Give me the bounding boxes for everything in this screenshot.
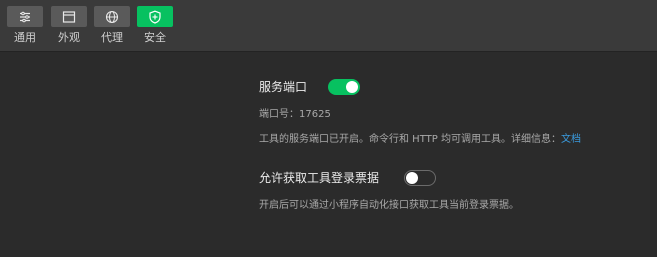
tab-general-label: 通用 xyxy=(14,31,36,44)
tab-proxy-label: 代理 xyxy=(101,31,123,44)
tab-proxy-button[interactable] xyxy=(94,6,130,27)
settings-toolbar: 通用 外观 代理 安全 xyxy=(0,0,657,52)
login-ticket-toggle[interactable] xyxy=(404,170,436,186)
window-icon xyxy=(62,10,76,23)
service-port-title: 服务端口 xyxy=(259,80,308,94)
docs-link[interactable]: 文档 xyxy=(561,134,581,145)
tab-security-button[interactable] xyxy=(137,6,173,27)
login-ticket-title: 允许获取工具登录票据 xyxy=(259,171,380,185)
service-port-description-text: 工具的服务端口已开启。命令行和 HTTP 均可调用工具。详细信息： xyxy=(259,134,561,145)
toggle-knob xyxy=(346,81,358,93)
globe-icon xyxy=(105,10,119,24)
tab-appearance[interactable]: 外观 xyxy=(51,6,87,48)
tab-appearance-label: 外观 xyxy=(58,31,80,44)
tab-security-label: 安全 xyxy=(144,31,166,44)
sliders-icon xyxy=(18,11,32,23)
service-port-toggle[interactable] xyxy=(328,79,360,95)
tab-proxy[interactable]: 代理 xyxy=(94,6,130,48)
tab-general[interactable]: 通用 xyxy=(7,6,43,48)
toggle-knob xyxy=(406,172,418,184)
settings-window: 通用 外观 代理 安全 服务端口 端口号：17625 工具的服务端口已开启。命令… xyxy=(0,0,657,257)
service-port-number: 端口号：17625 xyxy=(259,109,331,120)
tab-general-button[interactable] xyxy=(7,6,43,27)
shield-icon xyxy=(148,10,162,24)
login-ticket-description: 开启后可以通过小程序自动化接口获取工具当前登录票据。 xyxy=(259,200,519,211)
tab-appearance-button[interactable] xyxy=(51,6,87,27)
service-port-description: 工具的服务端口已开启。命令行和 HTTP 均可调用工具。详细信息：文档 xyxy=(259,133,581,147)
tab-security[interactable]: 安全 xyxy=(137,6,173,48)
